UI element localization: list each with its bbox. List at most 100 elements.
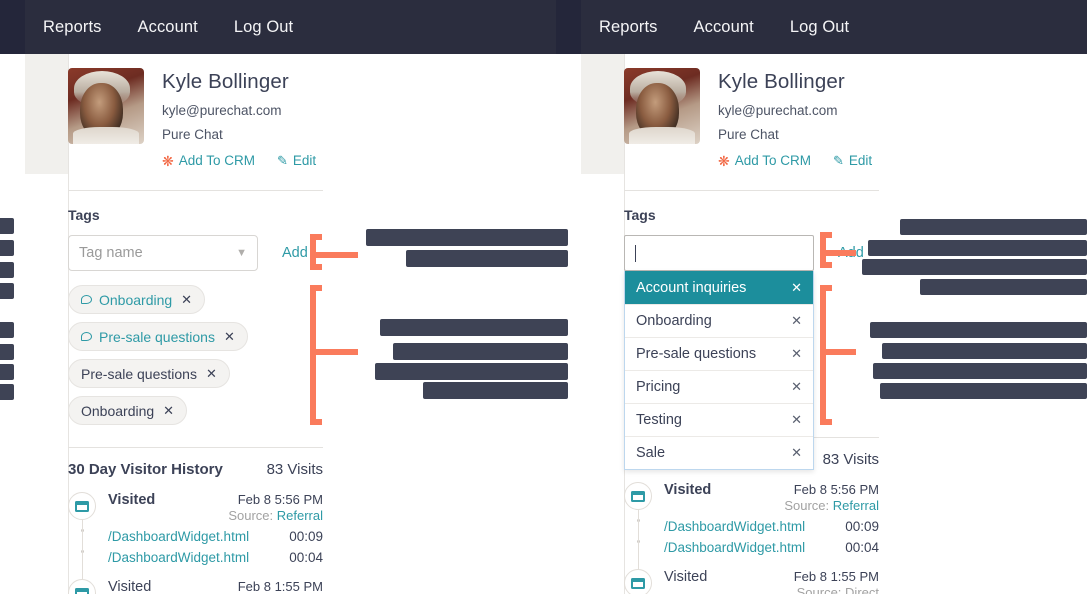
edit-button[interactable]: ✎ Edit (833, 153, 872, 168)
visit-icon-wrap (624, 569, 652, 594)
close-icon[interactable]: ✕ (163, 403, 174, 419)
dropdown-option[interactable]: Onboarding ✕ (625, 304, 813, 337)
tag-pill[interactable]: Pre-sale questions ✕ (68, 359, 230, 388)
avatar-shirt (72, 127, 140, 144)
profile-actions: ❋ Add To CRM ✎ Edit (162, 153, 316, 168)
close-icon[interactable]: ✕ (791, 412, 802, 428)
profile-company: Pure Chat (718, 127, 779, 142)
profile-email: kyle@purechat.com (718, 103, 838, 118)
tags-heading: Tags (68, 207, 100, 223)
profile-info: Kyle Bollinger kyle@purechat.com Pure Ch… (718, 68, 872, 168)
profile-name: Kyle Bollinger (718, 70, 845, 93)
add-to-crm-button[interactable]: ❋ Add To CRM (162, 153, 255, 168)
hubspot-sprocket-icon: ❋ (162, 152, 174, 169)
edit-button[interactable]: ✎ Edit (277, 153, 316, 168)
visitor-history-count: 83 Visits (822, 451, 879, 468)
chevron-down-icon[interactable]: ▼ (236, 247, 247, 259)
screenshot-stage: Reports Account Log Out Kyle Bollinger k… (0, 0, 1087, 594)
profile-block: Kyle Bollinger kyle@purechat.com Pure Ch… (624, 54, 1087, 168)
visit-entry[interactable]: Visited Feb 8 5:56 PM Source: Referral (68, 492, 538, 523)
left-panel: Reports Account Log Out Kyle Bollinger k… (0, 0, 556, 594)
tag-pill[interactable]: Pre-sale questions ✕ (68, 322, 248, 351)
close-icon[interactable]: ✕ (791, 313, 802, 329)
visitor-history-title: 30 Day Visitor History (68, 461, 223, 478)
tag-dropdown[interactable]: Account inquiries ✕ Onboarding ✕ Pre-sal… (624, 271, 814, 470)
dropdown-option-label: Account inquiries (636, 279, 747, 296)
add-tag-button[interactable]: Add (282, 245, 308, 261)
right-panel: Reports Account Log Out Kyle Bollinger k… (556, 0, 1087, 594)
visit-label: Visited (108, 579, 152, 594)
profile-divider (68, 190, 323, 191)
visit-page-row[interactable]: /DashboardWidget.html 00:04 (624, 540, 879, 555)
nav-item-account[interactable]: Account (675, 0, 771, 54)
tag-pill[interactable]: Onboarding ✕ (68, 285, 206, 314)
visit-page-row[interactable]: /DashboardWidget.html 00:09 (68, 529, 323, 544)
nav-item-account[interactable]: Account (119, 0, 215, 54)
visit-entry[interactable]: Visited Feb 8 1:55 PM Source: Direct (68, 579, 538, 594)
visit-entry[interactable]: Visited Feb 8 5:56 PM Source: Referral (624, 482, 1087, 513)
tag-name-input[interactable] (624, 235, 814, 271)
visit-page-row[interactable]: /DashboardWidget.html 00:04 (68, 550, 323, 565)
add-to-crm-button[interactable]: ❋ Add To CRM (718, 153, 811, 168)
close-icon[interactable]: ✕ (181, 292, 192, 308)
left-navbar: Reports Account Log Out (0, 0, 556, 54)
visitor-history-count: 83 Visits (266, 461, 323, 478)
text-cursor (635, 244, 636, 262)
visit-source-prefix: Source: (228, 508, 274, 523)
visit-page-duration: 00:04 (845, 540, 879, 555)
avatar (624, 68, 700, 144)
navbar-gutter (556, 0, 581, 54)
close-icon[interactable]: ✕ (791, 379, 802, 395)
add-tag-button[interactable]: Add (838, 245, 864, 261)
right-sidebar-rail (581, 54, 624, 174)
dropdown-option[interactable]: Testing ✕ (625, 403, 813, 436)
close-icon[interactable]: ✕ (206, 366, 217, 382)
dropdown-option[interactable]: Pre-sale questions ✕ (625, 337, 813, 370)
visit-page-url[interactable]: /DashboardWidget.html (664, 540, 805, 555)
close-icon[interactable]: ✕ (791, 346, 802, 362)
dropdown-option[interactable]: Sale ✕ (625, 436, 813, 469)
browser-window-icon (631, 577, 645, 589)
dropdown-option[interactable]: Pricing ✕ (625, 370, 813, 403)
nav-item-reports[interactable]: Reports (25, 0, 119, 54)
left-nav-items: Reports Account Log Out (25, 0, 311, 54)
visit-source-value[interactable]: Referral (277, 508, 323, 523)
nav-item-reports[interactable]: Reports (581, 0, 675, 54)
visit-source-value[interactable]: Referral (833, 498, 879, 513)
chat-bubble-icon (81, 332, 92, 341)
dropdown-option[interactable]: Account inquiries ✕ (625, 271, 813, 304)
nav-item-logout[interactable]: Log Out (216, 0, 311, 54)
visit-page-url[interactable]: /DashboardWidget.html (108, 550, 249, 565)
dropdown-option-label: Pre-sale questions (636, 346, 757, 362)
visit-page-duration: 00:04 (289, 550, 323, 565)
tag-input-placeholder: Tag name (79, 245, 143, 261)
visit-entry[interactable]: Visited Feb 8 1:55 PM Source: Direct (624, 569, 1087, 594)
profile-divider (624, 190, 879, 191)
visit-page-row[interactable]: /DashboardWidget.html 00:09 (624, 519, 879, 534)
close-icon[interactable]: ✕ (224, 329, 235, 345)
profile-block: Kyle Bollinger kyle@purechat.com Pure Ch… (68, 54, 538, 168)
left-sidebar-rail (25, 54, 68, 174)
visit-date: Feb 8 5:56 PM (793, 482, 879, 497)
close-icon[interactable]: ✕ (791, 280, 802, 296)
visit-source-prefix: Source: (796, 585, 842, 594)
add-to-crm-label: Add To CRM (178, 153, 256, 168)
profile-company: Pure Chat (162, 127, 223, 142)
tag-pill[interactable]: Onboarding ✕ (68, 396, 188, 425)
visit-page-url[interactable]: /DashboardWidget.html (664, 519, 805, 534)
nav-item-logout[interactable]: Log Out (772, 0, 867, 54)
visit-source-value: Direct (845, 585, 879, 594)
visit-date: Feb 8 1:55 PM (793, 569, 879, 584)
pencil-icon: ✎ (833, 153, 844, 168)
dropdown-option-label: Sale (636, 445, 666, 461)
hubspot-sprocket-icon: ❋ (718, 152, 730, 169)
visit-page-url[interactable]: /DashboardWidget.html (108, 529, 249, 544)
visit-label: Visited (664, 482, 712, 498)
pencil-icon: ✎ (277, 153, 288, 168)
edit-label: Edit (292, 153, 317, 168)
profile-actions: ❋ Add To CRM ✎ Edit (718, 153, 872, 168)
tag-name-input[interactable]: Tag name ▼ (68, 235, 258, 271)
dropdown-option-label: Onboarding (636, 313, 712, 329)
tag-input-row: Account inquiries ✕ Onboarding ✕ Pre-sal… (624, 235, 1087, 470)
close-icon[interactable]: ✕ (791, 445, 802, 461)
